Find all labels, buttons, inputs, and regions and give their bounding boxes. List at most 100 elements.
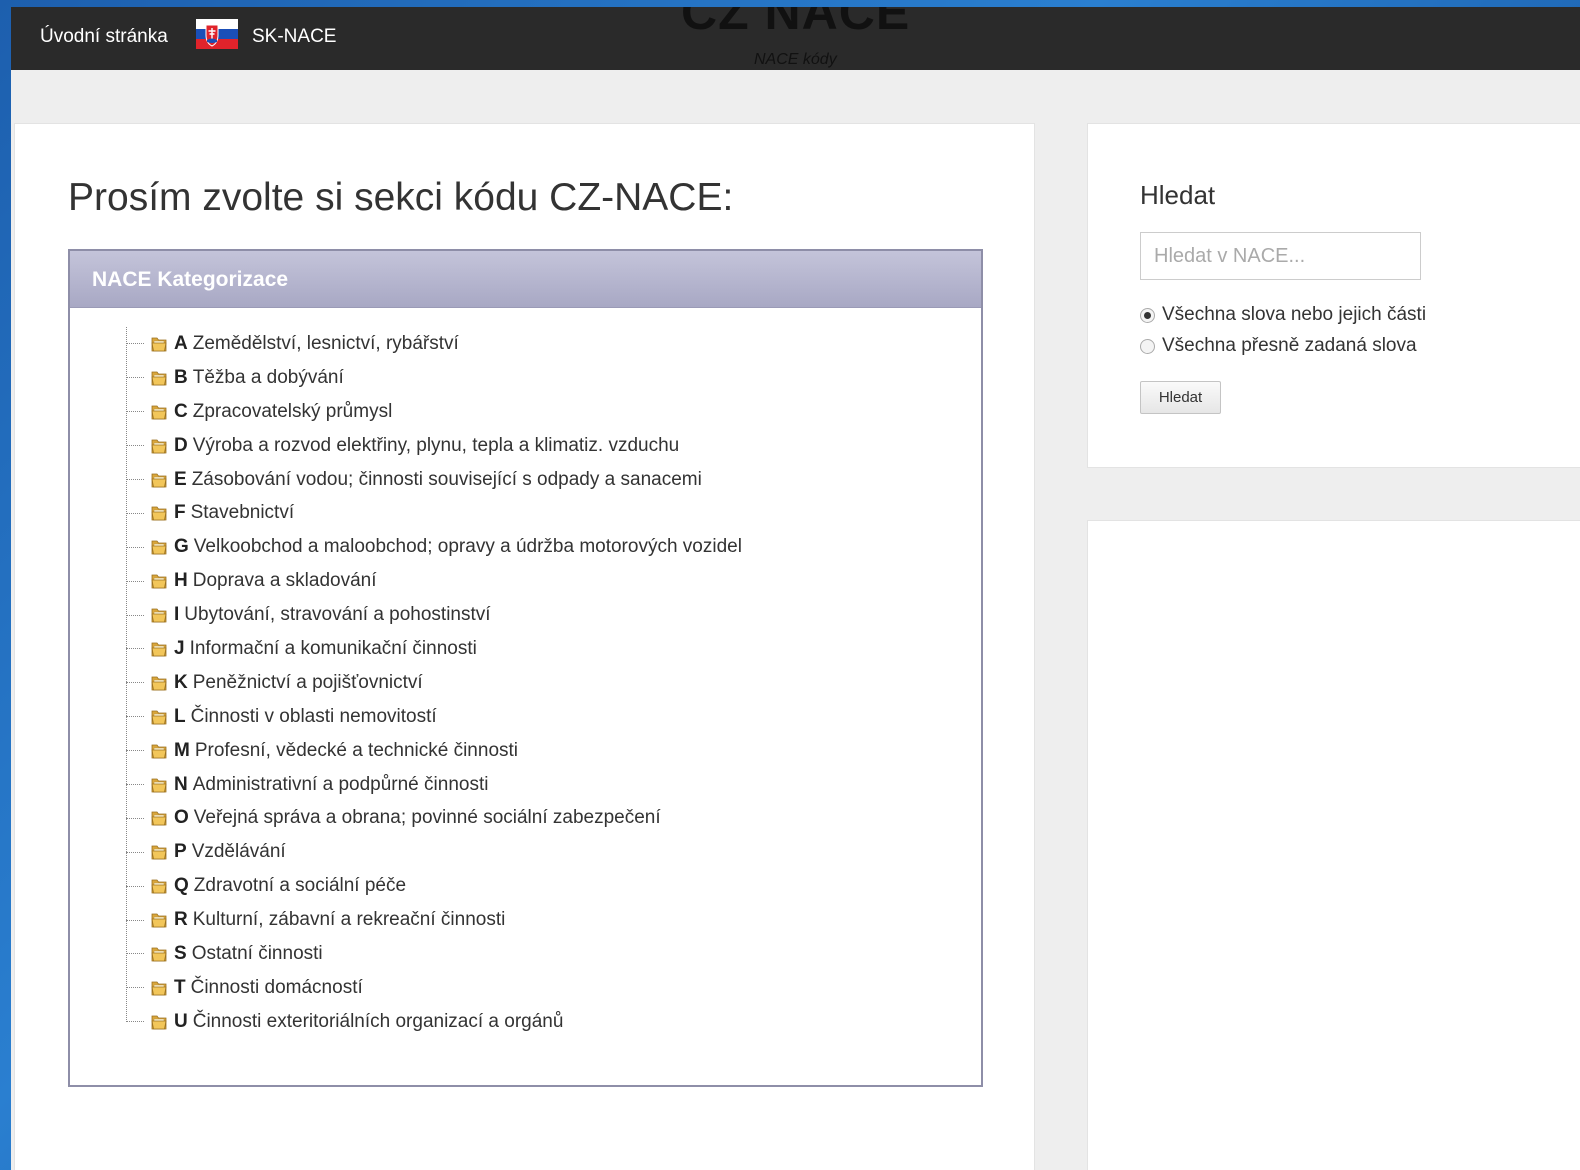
category-label[interactable]: Profesní, vědecké a technické činnosti (195, 740, 518, 762)
category-code[interactable]: B (174, 367, 188, 389)
tree-connector (126, 784, 144, 786)
category-label[interactable]: Činnosti v oblasti nemovitostí (191, 706, 437, 728)
category-item-o[interactable]: O Veřejná správa a obrana; povinné sociál… (126, 801, 966, 835)
category-code[interactable]: C (174, 401, 188, 423)
category-item-s[interactable]: S Ostatní činnosti (126, 937, 966, 971)
category-label[interactable]: Doprava a skladování (193, 570, 377, 592)
folder-icon (150, 640, 168, 658)
category-label[interactable]: Zdravotní a sociální péče (194, 875, 406, 897)
category-code[interactable]: H (174, 570, 188, 592)
folder-icon (150, 335, 168, 353)
category-code[interactable]: Q (174, 875, 189, 897)
category-label[interactable]: Zpracovatelský průmysl (193, 401, 393, 423)
category-code[interactable]: N (174, 774, 188, 796)
category-item-l[interactable]: L Činnosti v oblasti nemovitostí (126, 700, 966, 734)
category-tree: A Zemědělství, lesnictví, rybářství B Těžba… (126, 327, 966, 1039)
search-button[interactable]: Hledat (1140, 381, 1221, 414)
tree-connector (126, 479, 144, 480)
category-label[interactable]: Stavebnictví (191, 502, 295, 524)
tree-connector (126, 546, 144, 548)
tree-connector (126, 919, 144, 921)
category-item-h[interactable]: H Doprava a skladování (126, 564, 966, 598)
category-item-p[interactable]: P Vzdělávání (126, 835, 966, 869)
tree-connector (126, 987, 144, 989)
category-code[interactable]: L (174, 706, 186, 728)
tree-connector (126, 614, 144, 616)
tree-connector (126, 750, 144, 752)
top-navbar: Úvodní stránka SK-NACE CZ NACE NACE kódy (11, 7, 1580, 70)
category-code[interactable]: O (174, 807, 189, 829)
category-item-g[interactable]: G Velkoobchod a maloobchod; opravy a údrž… (126, 530, 966, 564)
tree-connector (126, 851, 144, 853)
category-code[interactable]: K (174, 672, 188, 694)
tree-connector (126, 343, 144, 345)
folder-icon (150, 945, 168, 963)
folder-icon (150, 606, 168, 624)
radio-all-parts[interactable]: Všechna slova nebo jejich části (1140, 304, 1426, 326)
category-label[interactable]: Zásobování vodou; činnosti související s… (192, 469, 702, 491)
radio-exact-words-button[interactable] (1140, 338, 1155, 354)
tree-connector (126, 885, 144, 887)
category-item-e[interactable]: E Zásobování vodou; činnosti související … (126, 463, 966, 497)
category-code[interactable]: G (174, 536, 189, 558)
tree-connector (126, 411, 144, 413)
category-item-u[interactable]: U Činnosti exteritoriálních organizací a … (126, 1005, 966, 1039)
category-label[interactable]: Veřejná správa a obrana; povinné sociáln… (194, 807, 661, 829)
category-code[interactable]: F (174, 502, 186, 524)
category-code[interactable]: T (174, 977, 186, 999)
category-box-title: NACE Kategorizace (92, 268, 289, 291)
category-label[interactable]: Činnosti exteritoriálních organizací a o… (193, 1011, 564, 1033)
category-code[interactable]: M (174, 740, 190, 762)
category-code[interactable]: A (174, 333, 188, 355)
folder-icon (150, 742, 168, 760)
category-label[interactable]: Informační a komunikační činnosti (190, 638, 477, 660)
category-code[interactable]: D (174, 435, 188, 457)
category-label[interactable]: Ostatní činnosti (192, 943, 323, 965)
nav-sk-nace-link[interactable]: SK-NACE (252, 26, 336, 48)
folder-icon (150, 843, 168, 861)
category-code[interactable]: E (174, 469, 187, 491)
folder-icon (150, 674, 168, 692)
category-label[interactable]: Kulturní, zábavní a rekreační činnosti (193, 909, 506, 931)
category-label[interactable]: Zemědělství, lesnictví, rybářství (193, 333, 459, 355)
site-brand-title[interactable]: CZ NACE (681, 7, 910, 41)
category-item-f[interactable]: F Stavebnictví (126, 496, 966, 530)
search-input[interactable] (1140, 232, 1421, 280)
category-label[interactable]: Administrativní a podpůrné činnosti (193, 774, 489, 796)
category-label[interactable]: Velkoobchod a maloobchod; opravy a údržb… (194, 536, 742, 558)
category-item-j[interactable]: J Informační a komunikační činnosti (126, 632, 966, 666)
category-item-n[interactable]: N Administrativní a podpůrné činnosti (126, 768, 966, 802)
category-label[interactable]: Ubytování, stravování a pohostinství (184, 604, 490, 626)
radio-all-parts-button[interactable] (1140, 307, 1155, 323)
page-title: Prosím zvolte si sekci kódu CZ-NACE: (68, 176, 734, 219)
folder-icon (150, 437, 168, 455)
category-code[interactable]: P (174, 841, 187, 863)
category-item-i[interactable]: I Ubytování, stravování a pohostinství (126, 598, 966, 632)
category-item-t[interactable]: T Činnosti domácností (126, 971, 966, 1005)
category-box-header: NACE Kategorizace (70, 251, 981, 308)
search-title: Hledat (1140, 180, 1216, 210)
category-item-a[interactable]: A Zemědělství, lesnictví, rybářství (126, 327, 966, 361)
slovak-flag-icon[interactable] (196, 19, 238, 49)
category-item-c[interactable]: C Zpracovatelský průmysl (126, 395, 966, 429)
category-item-k[interactable]: K Peněžnictví a pojišťovnictví (126, 666, 966, 700)
category-code[interactable]: R (174, 909, 188, 931)
radio-exact-words[interactable]: Všechna přesně zadaná slova (1140, 335, 1417, 357)
folder-icon (150, 911, 168, 929)
category-item-q[interactable]: Q Zdravotní a sociální péče (126, 869, 966, 903)
nav-home-link[interactable]: Úvodní stránka (40, 26, 168, 48)
sidebar-empty-panel (1087, 520, 1580, 1170)
category-label[interactable]: Výroba a rozvod elektřiny, plynu, tepla … (193, 435, 680, 457)
category-item-r[interactable]: R Kulturní, zábavní a rekreační činnosti (126, 903, 966, 937)
category-label[interactable]: Činnosti domácností (191, 977, 363, 999)
category-code[interactable]: S (174, 943, 187, 965)
category-code[interactable]: I (174, 604, 179, 626)
category-item-b[interactable]: B Těžba a dobývání (126, 361, 966, 395)
category-label[interactable]: Těžba a dobývání (193, 367, 344, 389)
category-code[interactable]: J (174, 638, 185, 660)
category-code[interactable]: U (174, 1011, 188, 1033)
category-label[interactable]: Peněžnictví a pojišťovnictví (193, 672, 423, 694)
category-label[interactable]: Vzdělávání (192, 841, 286, 863)
category-item-m[interactable]: M Profesní, vědecké a technické činnosti (126, 734, 966, 768)
category-item-d[interactable]: D Výroba a rozvod elektřiny, plynu, tepla… (126, 429, 966, 463)
